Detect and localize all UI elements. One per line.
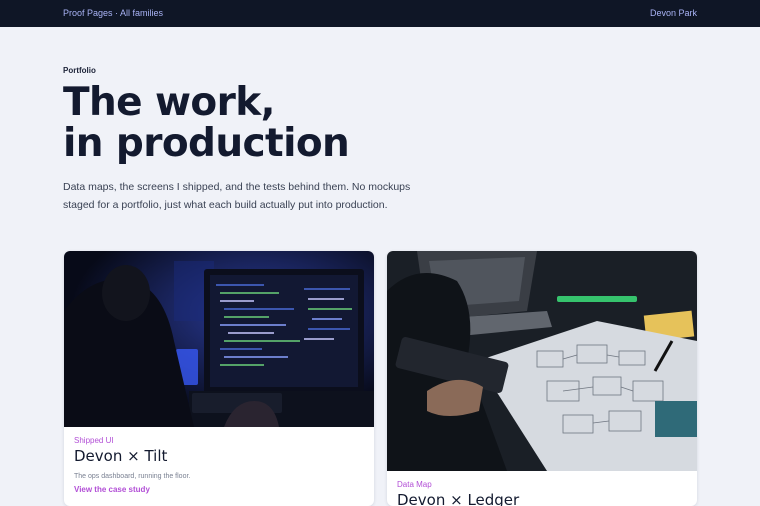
project-category-tag: Shipped UI [74,436,114,445]
project-card-tilt[interactable]: Shipped UI Devon × Tilt The ops dashboar… [64,251,374,506]
page-title-line-1: The work, [63,80,275,125]
project-image-data-map-desk [387,251,697,471]
project-image-coding-workstation [64,251,374,427]
brand-link[interactable]: Proof Pages · All families [63,8,163,18]
project-category-tag: Data Map [397,480,432,489]
project-card-ledger[interactable]: Data Map Devon × Ledger [387,251,697,506]
user-name-link[interactable]: Devon Park [650,8,697,18]
page-title: The work, in production [63,82,583,164]
project-title: Devon × Ledger [397,491,520,506]
intro-paragraph: Data maps, the screens I shipped, and th… [63,181,411,211]
project-title: Devon × Tilt [74,447,168,465]
project-description: The ops dashboard, running the floor. [74,473,191,480]
view-case-study-link[interactable]: View the case study [74,485,364,494]
top-nav-bar: Proof Pages · All families Devon Park [0,0,760,27]
page-title-line-2: in production [63,121,350,166]
section-eyebrow: Portfolio [63,66,96,75]
